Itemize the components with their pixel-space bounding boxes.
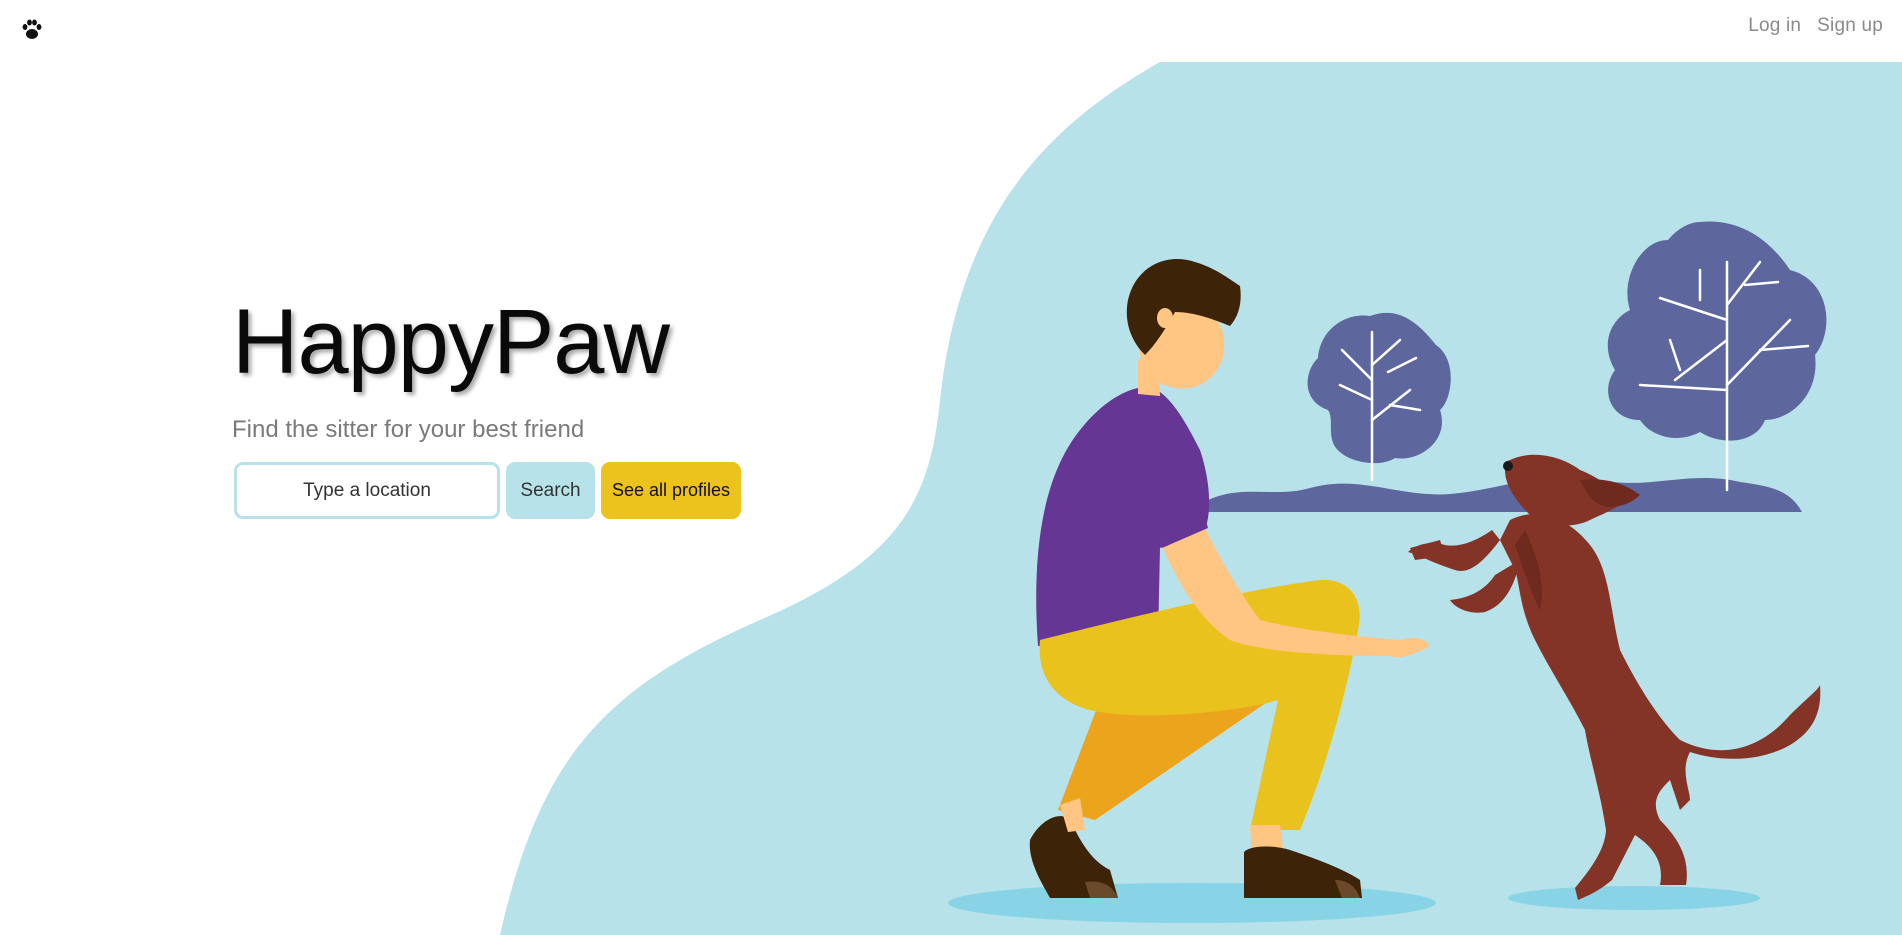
- search-row: Search See all profiles: [234, 462, 741, 519]
- ground-shadow: [1508, 886, 1760, 910]
- signup-link[interactable]: Sign up: [1817, 15, 1883, 37]
- landing-page: Log in Sign up HappyPaw Find the sitter …: [0, 0, 1902, 935]
- logo-paw-icon[interactable]: [19, 17, 45, 43]
- see-all-profiles-button[interactable]: See all profiles: [601, 462, 741, 519]
- location-search-input[interactable]: [234, 462, 500, 519]
- hero-subtitle: Find the sitter for your best friend: [232, 416, 585, 443]
- page-title: HappyPaw: [232, 291, 670, 393]
- hero-section: HappyPaw Find the sitter for your best f…: [232, 291, 670, 444]
- top-nav: Log in Sign up: [1748, 15, 1883, 37]
- paw-icon: [22, 19, 42, 39]
- ground-shadow: [948, 883, 1436, 923]
- search-button[interactable]: Search: [506, 462, 595, 519]
- login-link[interactable]: Log in: [1748, 15, 1801, 37]
